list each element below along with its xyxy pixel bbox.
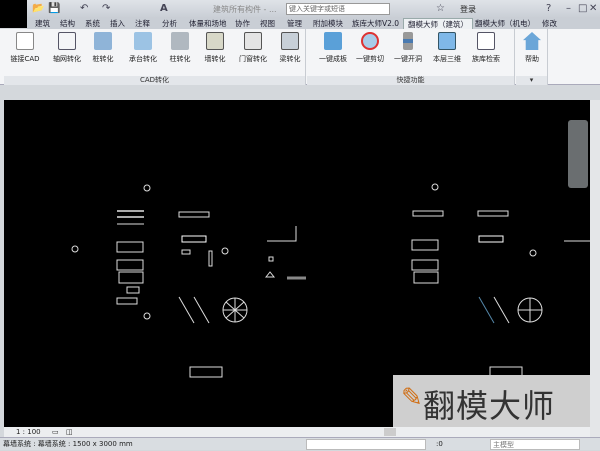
home-icon	[523, 32, 541, 50]
wall-icon	[206, 32, 224, 50]
pile-icon	[94, 32, 112, 50]
cad-group-right	[411, 183, 590, 378]
view-scale[interactable]: 1 : 100	[16, 427, 41, 437]
column-icon	[171, 32, 189, 50]
login-link[interactable]: 登录	[460, 4, 476, 15]
watermark-pen-icon: ✎	[401, 383, 423, 413]
status-bar: 幕墙系统 : 幕墙系统 : 1500 x 3000 mm :0 主模型	[0, 437, 600, 450]
app-logo[interactable]	[0, 0, 27, 28]
watermark-logo: ✎ 翻模大师	[393, 375, 590, 427]
link-cad-button[interactable]: 链接CAD	[6, 32, 44, 64]
filter-count[interactable]: :0	[436, 438, 443, 451]
table-icon	[477, 32, 495, 50]
column-convert-button[interactable]: 柱转化	[161, 32, 199, 64]
close-icon[interactable]: ✕	[589, 3, 597, 14]
navigation-bar[interactable]	[568, 120, 588, 188]
detail-level-icon[interactable]: ▭	[52, 427, 59, 437]
cap-convert-button[interactable]: 承台转化	[124, 32, 162, 64]
tab-family-library[interactable]: 族库大师V2.0	[352, 18, 399, 29]
family-search-button[interactable]: 族库检索	[467, 32, 505, 64]
star-icon[interactable]: ☆	[436, 3, 445, 14]
cad-group-left	[71, 184, 306, 378]
tab-fanmo-arch[interactable]: 翻模大师（建筑）	[403, 18, 473, 29]
beam-icon	[281, 32, 299, 50]
beam-convert-button[interactable]: 梁转化	[271, 32, 309, 64]
tab-systems[interactable]: 系统	[85, 18, 100, 29]
open-icon[interactable]: 📂	[32, 3, 44, 14]
wall-convert-button[interactable]: 墙转化	[196, 32, 234, 64]
help-icon[interactable]: ?	[546, 3, 551, 14]
tab-insert[interactable]: 插入	[110, 18, 125, 29]
vertical-scrollbar[interactable]	[590, 100, 600, 437]
search-input[interactable]: 键入关键字或短语	[286, 3, 390, 15]
tab-addins[interactable]: 附加模块	[313, 18, 343, 29]
title-bar: 📂 💾 ↶ ↷ A 建筑所有构件 - ... 键入关键字或短语 ☆ 登录 ? –…	[0, 0, 600, 18]
tab-manage[interactable]: 管理	[287, 18, 302, 29]
tab-fanmo-mep[interactable]: 翻模大师（机电）	[475, 18, 535, 29]
view-tabs-strip	[0, 85, 600, 100]
tab-structure[interactable]: 结构	[60, 18, 75, 29]
tab-collaborate[interactable]: 协作	[235, 18, 250, 29]
ribbon-tabs: 建筑 结构 系统 插入 注释 分析 体量和场地 协作 视图 管理 附加模块 族库…	[27, 18, 600, 29]
tab-architecture[interactable]: 建筑	[35, 18, 50, 29]
slab-lightning-icon	[324, 32, 342, 50]
tab-massing[interactable]: 体量和场地	[189, 18, 227, 29]
door-icon	[244, 32, 262, 50]
3d-box-icon	[438, 32, 456, 50]
view-control-bar: 1 : 100 ▭ ◫	[4, 427, 590, 437]
cut-icon	[361, 32, 379, 50]
redo-icon[interactable]: ↷	[102, 3, 110, 14]
grid-convert-button[interactable]: 轴网转化	[48, 32, 86, 64]
undo-icon[interactable]: ↶	[80, 3, 88, 14]
one-click-cut-button[interactable]: 一键剪切	[351, 32, 389, 64]
design-option-dropdown[interactable]: 主模型	[490, 439, 580, 450]
grid-icon	[58, 32, 76, 50]
tab-annotate[interactable]: 注释	[135, 18, 150, 29]
workset-dropdown[interactable]	[306, 439, 426, 450]
minimize-icon[interactable]: –	[566, 3, 571, 14]
help-button[interactable]: 帮助	[513, 32, 551, 64]
tab-view[interactable]: 视图	[260, 18, 275, 29]
visual-style-icon[interactable]: ◫	[66, 427, 73, 437]
pile-cap-icon	[134, 32, 152, 50]
text-icon[interactable]: A	[160, 3, 168, 14]
cad-file-icon	[16, 32, 34, 50]
save-icon[interactable]: 💾	[48, 3, 60, 14]
one-click-slab-button[interactable]: 一键成板	[314, 32, 352, 64]
pile-convert-button[interactable]: 桩转化	[84, 32, 122, 64]
maximize-icon[interactable]: □	[578, 3, 587, 14]
tab-analyze[interactable]: 分析	[162, 18, 177, 29]
level-3d-button[interactable]: 本层三维	[428, 32, 466, 64]
door-window-convert-button[interactable]: 门窗转化	[234, 32, 272, 64]
one-click-opening-button[interactable]: 一键开洞	[389, 32, 427, 64]
document-title: 建筑所有构件 - ...	[213, 5, 277, 14]
tab-modify[interactable]: 修改	[542, 18, 557, 29]
opening-icon	[403, 32, 413, 50]
selection-status: 幕墙系统 : 幕墙系统 : 1500 x 3000 mm	[3, 440, 133, 448]
